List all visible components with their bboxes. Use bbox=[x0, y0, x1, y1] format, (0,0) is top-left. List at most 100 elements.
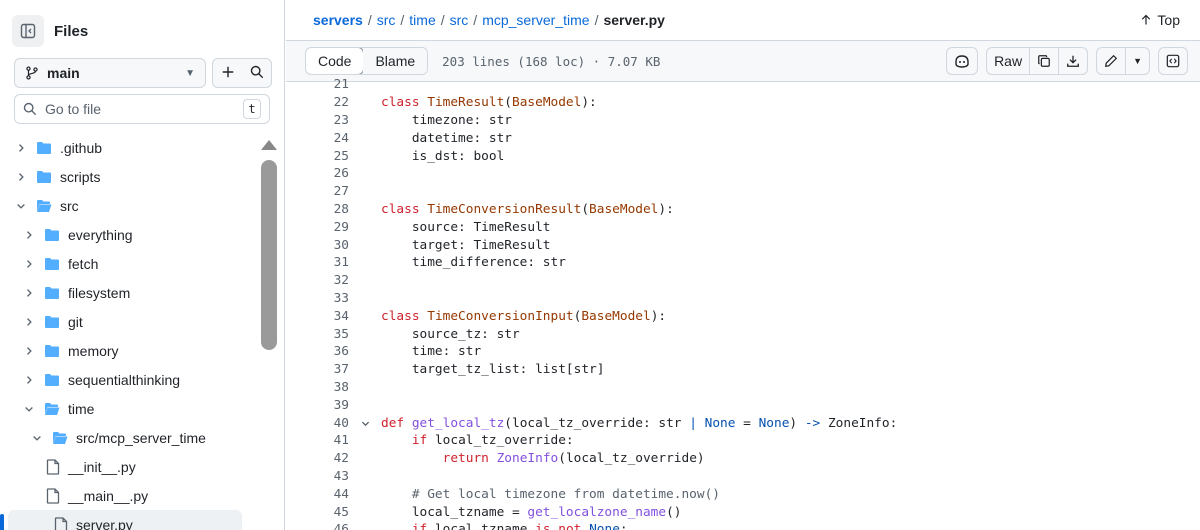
line-number[interactable]: 32 bbox=[286, 273, 349, 288]
sidebar-actions bbox=[212, 58, 272, 88]
tab-blame[interactable]: Blame bbox=[363, 48, 428, 74]
tab-code[interactable]: Code bbox=[306, 48, 365, 74]
line-number[interactable]: 44 bbox=[286, 487, 349, 502]
line-number[interactable]: 22 bbox=[286, 95, 349, 110]
chevron-down-icon[interactable] bbox=[22, 403, 36, 415]
tree-folder[interactable]: fetch bbox=[0, 249, 258, 278]
line-number[interactable]: 45 bbox=[286, 505, 349, 520]
line-number[interactable]: 27 bbox=[286, 184, 349, 199]
line-number[interactable]: 21 bbox=[286, 77, 349, 92]
line-number[interactable]: 41 bbox=[286, 433, 349, 448]
code-view[interactable]: 21 22 class TimeResult(BaseModel): 23 timez… bbox=[286, 76, 1200, 530]
code-token: timezone: str bbox=[381, 112, 512, 128]
chevron-right-icon[interactable] bbox=[22, 258, 36, 270]
tree-file[interactable]: __main__.py bbox=[0, 481, 258, 510]
line-number[interactable]: 23 bbox=[286, 113, 349, 128]
sidebar-scrollbar[interactable] bbox=[260, 140, 278, 530]
go-to-file-input[interactable] bbox=[45, 101, 235, 117]
code-line: 29 source: TimeResult bbox=[286, 218, 1200, 236]
download-button[interactable] bbox=[1059, 48, 1087, 74]
breadcrumb-link-src[interactable]: src bbox=[377, 12, 396, 28]
go-to-file-field[interactable]: t bbox=[14, 94, 270, 124]
scroll-up-arrow-icon[interactable] bbox=[261, 140, 277, 150]
code-token: (local_tz_override: str bbox=[504, 415, 690, 431]
line-number[interactable]: 46 bbox=[286, 522, 349, 530]
code-text: class TimeResult(BaseModel): bbox=[381, 95, 597, 110]
tree-file[interactable]: __init__.py bbox=[0, 452, 258, 481]
code-token: -> bbox=[804, 415, 821, 431]
chevron-right-icon[interactable] bbox=[22, 374, 36, 386]
tree-folder[interactable]: src bbox=[0, 191, 258, 220]
tree-folder[interactable]: time bbox=[0, 394, 258, 423]
search-files-button[interactable] bbox=[250, 65, 264, 82]
chevron-down-icon[interactable] bbox=[30, 432, 44, 444]
tree-file[interactable]: server.py bbox=[0, 510, 242, 530]
chevron-right-icon[interactable] bbox=[14, 171, 28, 183]
line-number[interactable]: 35 bbox=[286, 327, 349, 342]
breadcrumb-link-servers[interactable]: servers bbox=[313, 12, 363, 28]
line-number[interactable]: 43 bbox=[286, 469, 349, 484]
edit-button[interactable] bbox=[1097, 48, 1127, 74]
branch-selector[interactable]: main ▼ bbox=[14, 58, 206, 88]
line-number[interactable]: 34 bbox=[286, 309, 349, 324]
line-number[interactable]: 28 bbox=[286, 202, 349, 217]
tree-folder[interactable]: everything bbox=[0, 220, 258, 249]
copilot-button[interactable] bbox=[946, 47, 979, 75]
code-token: if bbox=[411, 433, 428, 449]
tree-item-label: .github bbox=[60, 139, 103, 156]
folder-icon bbox=[44, 315, 60, 329]
chevron-right-icon[interactable] bbox=[14, 142, 28, 154]
line-number[interactable]: 38 bbox=[286, 380, 349, 395]
code-line: 32 bbox=[286, 272, 1200, 290]
arrow-up-icon bbox=[1142, 14, 1151, 25]
line-number[interactable]: 42 bbox=[286, 451, 349, 466]
copy-raw-button[interactable] bbox=[1030, 48, 1060, 74]
collapse-sidebar-button[interactable] bbox=[12, 15, 44, 47]
raw-button[interactable]: Raw bbox=[987, 48, 1031, 74]
code-token: local_tzname = bbox=[381, 504, 528, 520]
fold-chevron-icon[interactable] bbox=[349, 418, 381, 429]
edit-dropdown-button[interactable]: ▼ bbox=[1126, 48, 1149, 74]
code-line: 27 bbox=[286, 183, 1200, 201]
add-file-button[interactable] bbox=[221, 65, 235, 82]
tree-item-label: __main__.py bbox=[68, 487, 149, 504]
line-number[interactable]: 26 bbox=[286, 166, 349, 181]
line-number[interactable]: 24 bbox=[286, 131, 349, 146]
line-number[interactable]: 30 bbox=[286, 238, 349, 253]
folder-icon bbox=[44, 286, 60, 300]
line-number[interactable]: 40 bbox=[286, 416, 349, 431]
tree-folder[interactable]: sequentialthinking bbox=[0, 365, 258, 394]
breadcrumb-link-time[interactable]: time bbox=[409, 12, 435, 28]
tree-folder[interactable]: filesystem bbox=[0, 278, 258, 307]
line-number[interactable]: 33 bbox=[286, 291, 349, 306]
line-number[interactable]: 29 bbox=[286, 220, 349, 235]
tree-folder[interactable]: src/mcp_server_time bbox=[0, 423, 258, 452]
tree-folder[interactable]: git bbox=[0, 307, 258, 336]
folder-open-icon bbox=[52, 431, 68, 445]
chevron-right-icon[interactable] bbox=[22, 287, 36, 299]
chevron-right-icon[interactable] bbox=[22, 316, 36, 328]
git-branch-icon bbox=[26, 66, 38, 80]
code-token: ( bbox=[504, 95, 512, 111]
breadcrumb-link-mcp-server-time[interactable]: mcp_server_time bbox=[482, 12, 589, 28]
line-number[interactable]: 37 bbox=[286, 362, 349, 377]
tree-folder[interactable]: .github bbox=[0, 133, 258, 162]
chevron-down-icon[interactable] bbox=[14, 200, 28, 212]
chevron-right-icon[interactable] bbox=[22, 345, 36, 357]
tree-folder[interactable]: memory bbox=[0, 336, 258, 365]
chevron-right-icon[interactable] bbox=[22, 229, 36, 241]
scrollbar-thumb[interactable] bbox=[261, 160, 277, 350]
line-number[interactable]: 36 bbox=[286, 344, 349, 359]
code-token: ZoneInfo: bbox=[820, 415, 898, 431]
tree-item-label: time bbox=[68, 400, 95, 417]
tree-folder[interactable]: scripts bbox=[0, 162, 258, 191]
top-button[interactable]: Top bbox=[1140, 12, 1180, 28]
line-number[interactable]: 25 bbox=[286, 149, 349, 164]
symbols-panel-button[interactable] bbox=[1158, 47, 1188, 75]
line-number[interactable]: 39 bbox=[286, 398, 349, 413]
sidebar-collapse-icon bbox=[20, 23, 36, 39]
folder-icon bbox=[44, 344, 60, 358]
breadcrumb-link-src-2[interactable]: src bbox=[450, 12, 469, 28]
line-number[interactable]: 31 bbox=[286, 255, 349, 270]
